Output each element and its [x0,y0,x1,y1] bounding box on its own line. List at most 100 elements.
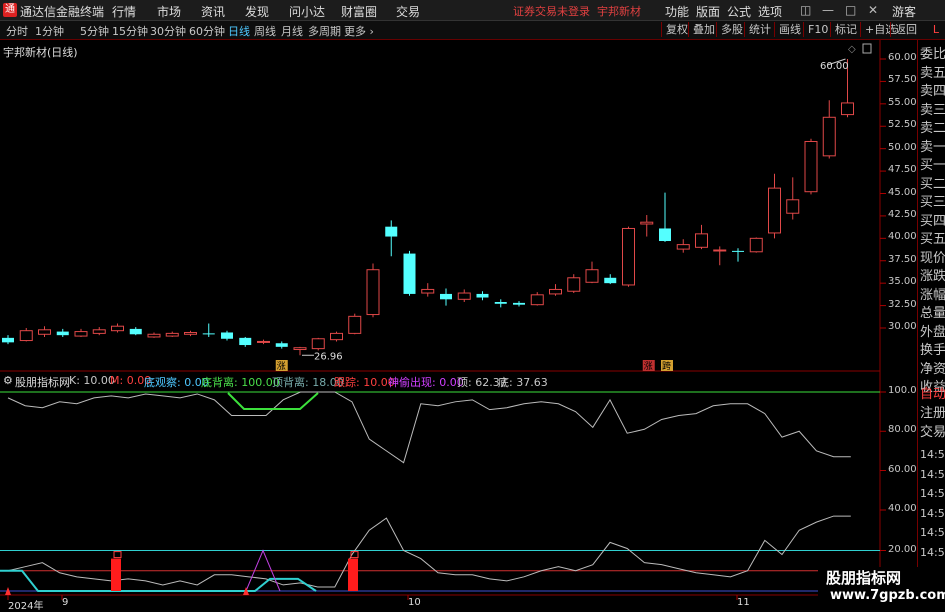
signal-flag-icon [113,551,122,559]
sidebar-item-17[interactable]: 净资 [920,361,945,379]
signal-bar [111,558,121,591]
candle-body-up [92,329,106,334]
indicator-top-divergence: 顶背离: 18.00 [272,376,344,389]
indicator-bottom: 底: 37.63 [498,376,548,389]
candle-body-up [19,330,33,342]
marker-a: 涨 [644,361,653,372]
sidebar-item-1[interactable]: 卖五 [920,65,945,83]
sidebar-item-9[interactable]: 买四 [920,213,945,231]
diamond-icon: ◇ [848,44,856,55]
watermark: 股朋指标网 www.7gpzb.com [818,567,945,609]
sidebar-time-1: 14:56 [920,467,945,481]
price-tick-label: 60.00 [888,52,917,63]
lower-white-line [7,515,851,588]
sidebar-time-2: 14:56 [920,487,945,500]
date-label-year: 2024年 [8,601,44,612]
price-tick-label: 52.50 [888,119,917,131]
price-tick-label: 32.50 [888,298,917,310]
panel-toggle-icon [862,43,872,54]
indicator-bottom-watch: 底观察: 0.00 [144,376,209,389]
candle-body-up [841,102,854,116]
sidebar-time-3: 14:56 [920,506,945,520]
price-tick-label: 55.00 [888,96,917,108]
candle-body-down [275,343,288,347]
sidebar-item-16[interactable]: 换手 [920,342,945,360]
sidebar-time-5: 14:56 [920,545,945,559]
low-label: 26.96 [314,351,343,362]
candle-body-up [622,227,635,286]
sidebar-item-12[interactable]: 涨跌 [920,268,945,286]
candle-body-down [604,277,617,284]
candle-body-down [129,328,142,335]
marker-b: 跨 [662,361,671,372]
candle-body-down [440,293,452,300]
candle-body-up [348,315,362,334]
date-label-sep: 9 [62,597,69,608]
candle-body-up [640,221,654,225]
sidebar-item-8[interactable]: 买三 [920,194,945,212]
indicator-k: K: 10.00 [69,374,115,387]
candle-body-down [385,226,398,237]
candle-body-up [457,292,471,300]
indicator-signal: 神偷出现: 0.00 [388,376,464,389]
bottom-divergence-line [227,392,319,410]
candle-body-down [202,333,215,335]
indicator-tick-label: 80.00 [888,424,917,436]
candle-body-down [403,253,416,294]
chart-canvas[interactable]: ◇60.0026.96涨涨跨 [0,0,945,609]
candle-body-up [713,249,727,252]
sidebar-item-5[interactable]: 卖一 [920,139,945,157]
sidebar-item-15[interactable]: 外盘 [920,324,945,342]
price-tick-label: 57.50 [888,74,917,86]
candle-body-down [494,301,507,304]
price-tick-label: 37.50 [888,253,917,265]
signal-bar [348,558,358,591]
watermark-title: 股朋指标网 [826,569,902,587]
sidebar-item-3[interactable]: 卖三 [920,102,945,120]
candle-body-up [585,269,599,283]
sidebar-time-0: 14:56 [920,448,945,461]
candle-body-down [659,228,671,242]
sidebar-item-2[interactable]: 卖四 [920,83,945,101]
candle-body-up [330,332,343,341]
price-tick-label: 30.00 [888,321,917,332]
sidebar-time-4: 14:56 [920,526,945,539]
sidebar-item-13[interactable]: 涨幅 [920,287,945,305]
candle-body-up [549,288,562,295]
sidebar-item2-0[interactable]: 自动 [920,386,945,404]
candle-body-up [530,294,544,306]
sidebar-item-14[interactable]: 总量 [920,305,945,323]
indicator-name[interactable]: 股朋指标网 [15,374,70,390]
candle-body-up [768,187,781,234]
price-tick-label: 35.00 [888,276,917,288]
price-tick-label: 42.50 [888,208,917,220]
price-tick-label: 40.00 [888,231,917,243]
candle-body-down [239,337,252,346]
candle-body-up [74,331,88,337]
indicator-settings-icon[interactable]: ⚙ [3,374,13,387]
sidebar-item-4[interactable]: 卖二 [920,120,945,138]
sidebar-item-10[interactable]: 买五 [920,231,945,249]
candle-body-down [56,331,69,336]
indicator-tracking: 跟踪: 10.00 [334,376,395,389]
sidebar-item-0[interactable]: 委比 [920,46,945,64]
candle-body-up [293,347,307,351]
candle-body-down [221,332,233,339]
indicator-bottom-divergence: 底背离: 100.00 [201,376,280,389]
candle-body-up [257,340,270,343]
sidebar-item2-2[interactable]: 交易 [920,424,945,442]
candle-body-up [421,288,435,294]
date-label-oct: 10 [408,597,421,608]
candle-body-down [476,293,489,298]
upper-white-line [7,391,851,464]
marker-low: 涨 [277,361,286,372]
sidebar-item2-1[interactable]: 注册 [920,405,945,423]
watermark-url: www.7gpzb.com [830,588,945,603]
candle-body-down [732,250,744,252]
candle-body-up [676,244,690,250]
candle-body-down [2,337,14,343]
price-tick-label: 45.00 [888,186,917,198]
sidebar-item-7[interactable]: 买二 [920,176,945,194]
sidebar-item-6[interactable]: 买一 [920,157,945,175]
sidebar-item-11[interactable]: 现价 [920,250,945,268]
